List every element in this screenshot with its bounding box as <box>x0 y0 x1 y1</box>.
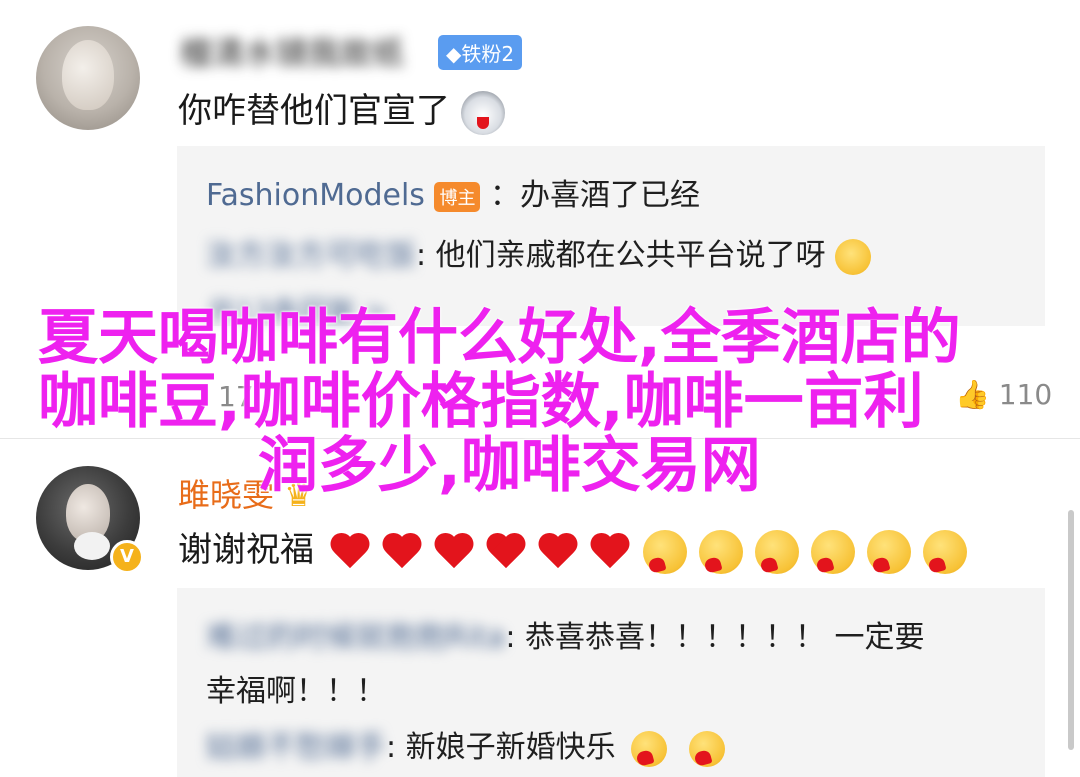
heart-icon <box>590 532 632 572</box>
kiss-smiley-icon <box>754 529 799 574</box>
like-button[interactable]: 👍 110 <box>955 378 1052 411</box>
heart-icon <box>434 532 476 572</box>
reply-text: : 恭喜恭喜！！！！！！ 一定要 <box>505 620 925 655</box>
kiss-smiley-icon <box>866 529 911 574</box>
reply-author[interactable]: 难过的时候就抱抱Rita <box>206 620 505 655</box>
reply-2[interactable]: 汝方汝方可吃饭: 他们亲戚都在公共平台说了呀 <box>206 230 872 275</box>
comment1-text: 你咋替他们官宣了 <box>178 83 505 135</box>
kiss-smiley-icon <box>810 529 855 574</box>
reply-3[interactable]: 难过的时候就抱抱Rita: 恭喜恭喜！！！！！！ 一定要 <box>206 612 925 656</box>
like-count: 110 <box>998 378 1053 411</box>
reply-1[interactable]: FashionModels 博主 ：办喜酒了已经 <box>206 170 700 214</box>
heart-icon <box>382 532 424 572</box>
heart-icon <box>330 532 372 572</box>
kiss-smiley-icon <box>688 730 725 767</box>
heart-icon <box>538 532 580 572</box>
reply-4[interactable]: 姑娘不愁嫁手: 新娘子新婚快乐 <box>206 722 731 767</box>
reply-text: : 新娘子新婚快乐 <box>386 730 616 765</box>
kiss-smiley-icon <box>922 529 967 574</box>
kiss-smiley-icon <box>631 730 668 767</box>
reply-text: : 他们亲戚都在公共平台说了呀 <box>416 238 826 273</box>
thumbs-up-icon: 👍 <box>955 378 990 411</box>
verified-badge-icon: V <box>110 540 144 574</box>
heart-icon <box>486 532 528 572</box>
laughing-tears-icon <box>835 238 872 275</box>
avatar[interactable] <box>36 26 140 130</box>
reply-author[interactable]: 汝方汝方可吃饭 <box>206 238 416 273</box>
kiss-smiley-icon <box>698 529 743 574</box>
overlay-headline-line1: 夏天喝咖啡有什么好处,全季酒店的 <box>38 303 961 373</box>
diamond-icon: ◆ <box>446 42 462 66</box>
overlay-headline-line3: 润多少,咖啡交易网 <box>258 431 761 501</box>
kiss-smiley-icon <box>642 529 687 574</box>
scrollbar[interactable] <box>1068 510 1074 750</box>
reply-author[interactable]: FashionModels <box>206 178 425 213</box>
reply-author[interactable]: 姑娘不愁嫁手 <box>206 730 386 765</box>
blogger-badge: 博主 <box>434 181 481 212</box>
husky-face-icon <box>460 90 505 135</box>
fan-badge: ◆铁粉2 <box>438 35 523 70</box>
comment2-text: 谢谢祝福 <box>178 522 973 574</box>
comment1-user-name[interactable]: 檀清水镜我故纸 <box>180 28 404 74</box>
overlay-headline-line2: 咖啡豆,咖啡价格指数,咖啡一亩利 <box>38 367 924 437</box>
reply-text: ：办喜酒了已经 <box>490 178 701 213</box>
reply-3-line2: 幸福啊！！！ <box>206 674 386 709</box>
